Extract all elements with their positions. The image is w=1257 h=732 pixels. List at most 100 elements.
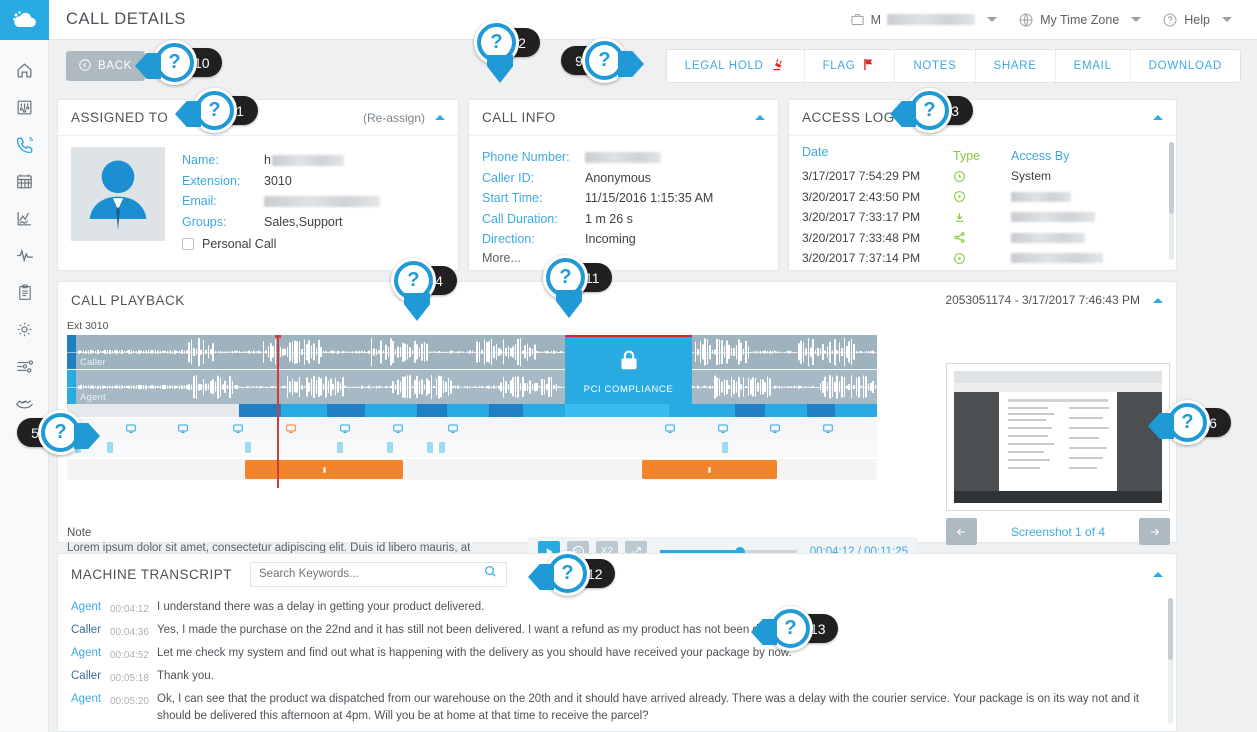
access-log-scrollbar[interactable] — [1169, 142, 1174, 260]
timezone-selector[interactable]: My Time Zone — [1009, 0, 1150, 40]
screenshot-marker-icon[interactable] — [125, 422, 137, 440]
segment[interactable] — [565, 404, 669, 417]
list-item[interactable]: Agent 00:05:20 Ok, I can see that the pr… — [71, 689, 1160, 727]
callout-5[interactable]: 5? — [17, 410, 100, 455]
collapse-chevron-icon[interactable] — [1153, 571, 1163, 577]
share-button[interactable]: SHARE — [976, 50, 1056, 82]
pci-compliance-block[interactable]: PCI COMPLIANCE — [565, 335, 692, 404]
collapse-chevron-icon[interactable] — [435, 115, 445, 120]
personal-call-row[interactable]: Personal Call — [182, 237, 380, 251]
segment[interactable] — [807, 404, 835, 417]
sidebar-item-calendar[interactable] — [0, 163, 49, 200]
callout-4[interactable]: 4? — [391, 258, 457, 321]
screenshot-frame[interactable] — [946, 363, 1170, 511]
callout-6[interactable]: 6? — [1148, 400, 1231, 445]
chevron-down-icon[interactable] — [987, 17, 998, 22]
event-marker-icon[interactable] — [337, 442, 343, 453]
segment[interactable] — [327, 404, 365, 417]
collapse-chevron-icon[interactable] — [1153, 115, 1163, 120]
transcript-scrollbar[interactable] — [1168, 598, 1173, 724]
email-button[interactable]: EMAIL — [1056, 50, 1131, 82]
callout-3[interactable]: 3? — [890, 88, 973, 133]
segment[interactable] — [835, 404, 877, 417]
flag-button[interactable]: FLAG — [805, 50, 896, 82]
segment[interactable] — [683, 404, 735, 417]
segment[interactable] — [365, 404, 417, 417]
callout-pin[interactable]: ? — [38, 410, 100, 455]
callout-pin[interactable]: ? — [1148, 400, 1210, 445]
sidebar-item-home[interactable] — [0, 52, 49, 89]
playhead-cursor[interactable] — [275, 335, 281, 488]
sidebar-item-preferences[interactable] — [0, 348, 49, 385]
segment[interactable] — [669, 404, 683, 417]
segment[interactable] — [735, 404, 765, 417]
callout-2[interactable]: 2? — [474, 20, 540, 83]
segment[interactable] — [281, 404, 327, 417]
screenshot-next-button[interactable] — [1139, 518, 1170, 545]
list-item[interactable]: Caller 00:05:18 Thank you. — [71, 666, 1160, 689]
tag-marker[interactable] — [642, 460, 777, 479]
callout-pin[interactable]: ? — [135, 40, 197, 85]
collapse-chevron-icon[interactable] — [1153, 297, 1163, 303]
download-button[interactable]: DOWNLOAD — [1131, 50, 1240, 82]
segment[interactable] — [417, 404, 447, 417]
search-icon[interactable] — [483, 564, 498, 584]
event-marker-icon[interactable] — [107, 442, 113, 453]
callout-1[interactable]: 1? — [175, 88, 258, 133]
callout-12[interactable]: 12? — [528, 551, 615, 596]
waveform-area[interactable]: Caller Agent PCI COMPLIANCE — [67, 335, 877, 488]
screenshot-marker-icon[interactable] — [717, 422, 729, 440]
event-marker-icon[interactable] — [439, 442, 445, 453]
screenshot-prev-button[interactable] — [946, 518, 977, 545]
sidebar-item-settings[interactable] — [0, 311, 49, 348]
sidebar-item-reports[interactable] — [0, 274, 49, 311]
segment[interactable] — [765, 404, 807, 417]
list-item[interactable]: Agent 00:04:12 I understand there was a … — [71, 597, 1160, 620]
back-button[interactable]: BACK — [66, 51, 145, 81]
help-menu[interactable]: Help — [1153, 0, 1241, 40]
personal-call-checkbox[interactable] — [182, 238, 194, 250]
callout-10[interactable]: 10? — [135, 40, 222, 85]
screenshot-marker-icon[interactable] — [447, 422, 459, 440]
segment[interactable] — [489, 404, 523, 417]
app-logo[interactable] — [0, 0, 49, 40]
callout-pin[interactable]: ? — [890, 88, 952, 133]
callout-pin[interactable]: ? — [751, 606, 813, 651]
screenshot-marker-icon[interactable] — [285, 422, 297, 440]
transcript-search[interactable] — [250, 561, 508, 587]
sidebar-item-dashboard[interactable] — [0, 89, 49, 126]
event-marker-row[interactable] — [67, 439, 877, 457]
sidebar-item-pulse[interactable] — [0, 237, 49, 274]
reassign-link[interactable]: (Re-assign) — [363, 111, 425, 125]
tag-marker[interactable] — [245, 460, 403, 479]
legal-hold-button[interactable]: LEGAL HOLD — [667, 50, 805, 82]
sidebar-item-analytics[interactable] — [0, 200, 49, 237]
call-info-more-link[interactable]: More... — [482, 251, 765, 265]
callout-pin[interactable]: ? — [528, 551, 590, 596]
screenshot-marker-icon[interactable] — [822, 422, 834, 440]
sidebar-item-calls[interactable] — [0, 126, 49, 163]
waveform-agent-track[interactable]: Agent — [67, 370, 877, 404]
screenshot-marker-icon[interactable] — [232, 422, 244, 440]
event-marker-icon[interactable] — [245, 442, 251, 453]
list-item[interactable]: Agent 00:04:52 Let me check my system an… — [71, 643, 1160, 666]
segment[interactable] — [447, 404, 489, 417]
screenshot-marker-icon[interactable] — [769, 422, 781, 440]
screenshot-marker-row[interactable] — [67, 417, 877, 439]
segment[interactable] — [239, 404, 281, 417]
screenshot-marker-icon[interactable] — [664, 422, 676, 440]
waveform-caller-track[interactable]: Caller — [67, 335, 877, 369]
screenshot-marker-icon[interactable] — [392, 422, 404, 440]
segment[interactable] — [523, 404, 565, 417]
callout-pin[interactable]: ? — [474, 20, 519, 83]
callout-pin[interactable]: ? — [391, 258, 436, 321]
callout-9[interactable]: 9? — [561, 38, 644, 83]
event-marker-icon[interactable] — [427, 442, 433, 453]
tag-marker-row[interactable] — [67, 459, 877, 480]
screenshot-marker-icon[interactable] — [339, 422, 351, 440]
list-item[interactable]: Caller 00:04:36 Yes, I made the purchase… — [71, 620, 1160, 643]
event-marker-icon[interactable] — [722, 442, 728, 453]
search-input[interactable] — [259, 568, 484, 580]
callout-pin[interactable]: ? — [582, 38, 644, 83]
org-selector[interactable]: M — [841, 0, 1006, 40]
